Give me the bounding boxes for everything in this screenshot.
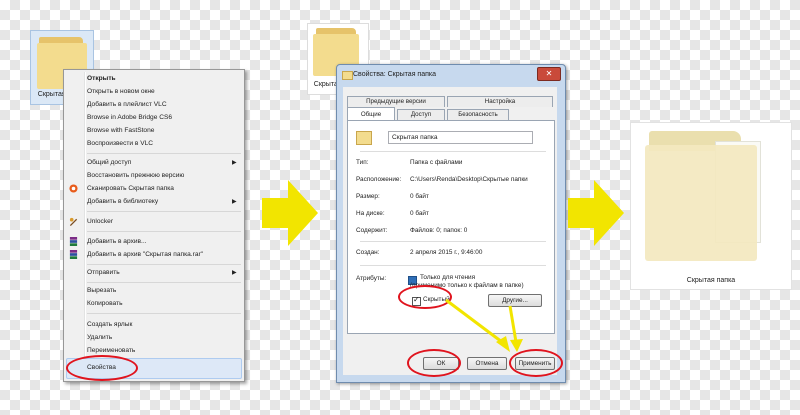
prop-created-value: 2 апреля 2015 г., 9:46:00: [410, 249, 483, 256]
menu-separator: [87, 282, 241, 283]
prop-ondisk-label: На диске:: [356, 210, 385, 217]
menu-item-unlocker[interactable]: Unlocker: [87, 216, 113, 228]
menu-item-create-shortcut[interactable]: Создать ярлык: [87, 319, 132, 331]
folder-name-field[interactable]: Скрытая папка: [388, 131, 533, 144]
tab-sharing[interactable]: Доступ: [397, 109, 445, 120]
arrow-icon: [262, 180, 318, 246]
folder-icon-body: [645, 145, 757, 261]
menu-item-open-new-window[interactable]: Открыть в новом окне: [87, 86, 155, 98]
menu-item-send-to[interactable]: Отправить: [87, 267, 120, 279]
menu-item-add-rar[interactable]: Добавить в архив "Скрытая папка.rar": [87, 249, 203, 261]
submenu-arrow-icon: ▶: [232, 270, 237, 276]
prop-contains-label: Содержит:: [356, 227, 388, 234]
divider: [360, 151, 546, 152]
tab-previous-versions[interactable]: Предыдущие версии: [347, 96, 445, 107]
menu-separator: [87, 231, 241, 232]
menu-item-adobe-bridge[interactable]: Browse in Adobe Bridge CS6: [87, 112, 172, 124]
menu-item-delete[interactable]: Удалить: [87, 332, 112, 344]
prop-location-label: Расположение:: [356, 176, 402, 183]
menu-item-play-vlc[interactable]: Воспроизвести в VLC: [87, 138, 153, 150]
divider: [360, 241, 546, 242]
prop-type-label: Тип:: [356, 159, 369, 166]
prop-created-label: Создан:: [356, 249, 380, 256]
menu-gutter: [84, 72, 86, 379]
readonly-label: Только для чтения: [420, 274, 476, 281]
properties-highlight-oval: [66, 355, 138, 381]
hidden-folder-thumb: Скрытая папка: [630, 122, 792, 290]
dialog-title: Свойства: Скрытая папка: [353, 71, 437, 78]
submenu-arrow-icon: ▶: [232, 160, 237, 166]
menu-separator: [87, 153, 241, 154]
menu-separator: [87, 264, 241, 265]
menu-item-sharing[interactable]: Общий доступ: [87, 157, 131, 169]
menu-item-faststone[interactable]: Browse with FastStone: [87, 125, 154, 137]
winrar-icon: [69, 237, 78, 246]
cancel-button[interactable]: Отмена: [467, 357, 507, 370]
menu-item-restore-version[interactable]: Восстановить прежнюю версию: [87, 170, 184, 182]
prop-size-label: Размер:: [356, 193, 380, 200]
prop-type-value: Папка с файлами: [410, 159, 463, 166]
divider: [360, 265, 546, 266]
pointer-arrow-icon: [445, 298, 523, 352]
menu-item-add-vlc-playlist[interactable]: Добавить в плейлист VLC: [87, 99, 167, 111]
folder-icon: [356, 131, 372, 145]
submenu-arrow-icon: ▶: [232, 199, 237, 205]
dialog-titlebar[interactable]: Свойства: Скрытая папка ✕: [337, 65, 565, 85]
folder-caption: Скрытая папка: [686, 277, 736, 284]
attributes-label: Атрибуты:: [356, 275, 387, 282]
menu-item-copy[interactable]: Копировать: [87, 298, 123, 310]
menu-item-cut[interactable]: Вырезать: [87, 285, 116, 297]
antivirus-icon: [69, 184, 78, 193]
prop-location-value: C:\Users\Renda\Desktop\Скрытые папки: [410, 176, 528, 183]
close-button[interactable]: ✕: [537, 67, 561, 81]
prop-contains-value: Файлов: 0; папок: 0: [410, 227, 468, 234]
prop-size-value: 0 байт: [410, 193, 429, 200]
menu-item-open[interactable]: Открыть: [87, 73, 116, 85]
folder-icon: [342, 71, 353, 80]
menu-item-add-archive[interactable]: Добавить в архив...: [87, 236, 147, 248]
unlocker-icon: [69, 217, 78, 226]
tab-customize[interactable]: Настройка: [447, 96, 553, 107]
menu-item-scan[interactable]: Сканировать Скрытая папка: [87, 183, 174, 195]
menu-item-add-library[interactable]: Добавить в библиотеку: [87, 196, 158, 208]
menu-separator: [87, 211, 241, 212]
menu-separator: [87, 313, 241, 314]
tab-security[interactable]: Безопасность: [447, 109, 509, 120]
arrow-icon: [568, 180, 624, 246]
prop-ondisk-value: 0 байт: [410, 210, 429, 217]
winrar-icon: [69, 250, 78, 259]
context-menu: Открыть Открыть в новом окне Добавить в …: [63, 69, 245, 382]
